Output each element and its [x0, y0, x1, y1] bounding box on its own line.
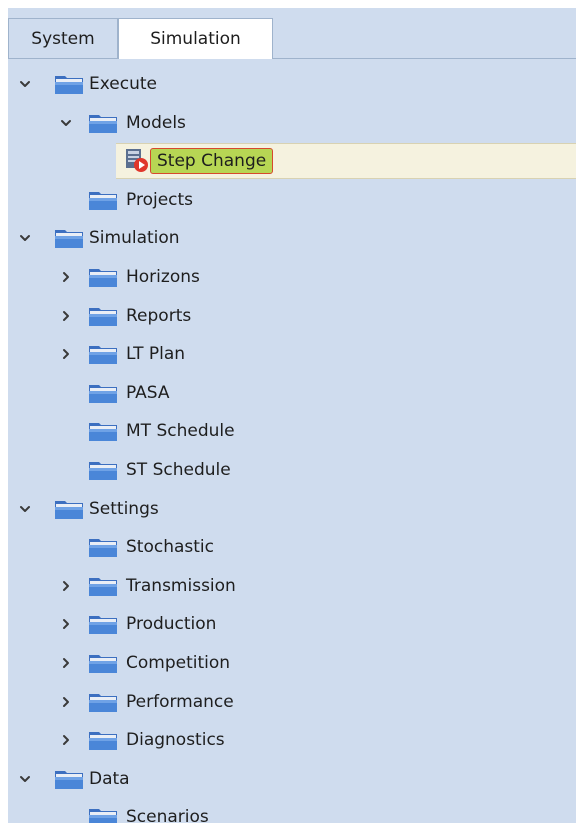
tree-item-label: Settings: [89, 498, 159, 519]
tab-bar: System Simulation: [8, 18, 576, 59]
chevron-down-icon[interactable]: [16, 760, 34, 798]
folder-icon: [88, 652, 118, 674]
folder-icon: [88, 343, 118, 365]
folder-icon: [88, 189, 118, 211]
chevron-right-icon[interactable]: [57, 605, 75, 643]
tree-item-label: Production: [126, 614, 217, 635]
chevron-right-icon[interactable]: [57, 721, 75, 759]
folder-icon: [88, 112, 118, 134]
chevron-right-icon[interactable]: [57, 683, 75, 721]
tree-item-projects[interactable]: Projects: [8, 181, 576, 219]
folder-icon: [54, 73, 84, 95]
chevron-down-icon[interactable]: [57, 104, 75, 142]
tree-item-label: Projects: [126, 189, 194, 210]
tree-item-scenarios[interactable]: Scenarios: [8, 798, 576, 823]
tree-item-transmission[interactable]: Transmission: [8, 567, 576, 605]
chevron-right-icon[interactable]: [57, 335, 75, 373]
tree-item-data[interactable]: Data: [8, 760, 576, 798]
folder-icon: [88, 382, 118, 404]
tree-item-mt-schedule[interactable]: MT Schedule: [8, 412, 576, 450]
tab-simulation[interactable]: Simulation: [118, 18, 273, 59]
tree-item-label: Reports: [126, 305, 192, 326]
tree-item-label: Simulation: [89, 228, 180, 249]
tree-item-label: Data: [89, 768, 130, 789]
folder-icon: [88, 536, 118, 558]
tree-item-label: Step Change: [150, 148, 274, 175]
folder-icon: [88, 691, 118, 713]
tree-item-label: Horizons: [126, 267, 200, 287]
tree-item-execute[interactable]: Execute: [8, 65, 576, 103]
tree-item-competition[interactable]: Competition: [8, 644, 576, 682]
tree-item-label: Competition: [126, 653, 231, 673]
tree-item-label: LT Plan: [126, 344, 186, 365]
folder-icon: [88, 729, 118, 751]
tree-item-pasa[interactable]: PASA: [8, 374, 576, 412]
tree-item-label: Scenarios: [126, 807, 209, 823]
chevron-right-icon[interactable]: [57, 644, 75, 682]
folder-icon: [54, 498, 84, 520]
folder-icon: [88, 459, 118, 481]
tree-item-diagnostics[interactable]: Diagnostics: [8, 721, 576, 759]
tree-item-label: Transmission: [126, 575, 236, 596]
folder-icon: [54, 227, 84, 249]
folder-icon: [88, 613, 118, 635]
explorer-panel: System Simulation Execute Models Step Chan…: [8, 8, 576, 823]
folder-icon: [88, 575, 118, 597]
chevron-down-icon[interactable]: [16, 219, 34, 257]
tree-item-label: Performance: [126, 691, 234, 712]
chevron-right-icon[interactable]: [57, 567, 75, 605]
tree-item-models[interactable]: Models: [8, 104, 576, 142]
folder-icon: [54, 768, 84, 790]
tree-item-label: ST Schedule: [126, 460, 231, 480]
tree-item-label: Diagnostics: [126, 730, 225, 751]
tree-item-simulation[interactable]: Simulation: [8, 219, 576, 257]
folder-icon: [88, 420, 118, 442]
tree-item-production[interactable]: Production: [8, 605, 576, 643]
tab-system[interactable]: System: [8, 18, 118, 58]
tree-item-reports[interactable]: Reports: [8, 297, 576, 335]
tree-item-settings[interactable]: Settings: [8, 490, 576, 528]
chevron-right-icon[interactable]: [57, 258, 75, 296]
tree-item-label: PASA: [126, 382, 170, 403]
folder-icon: [88, 266, 118, 288]
tree-item-label: Stochastic: [126, 537, 214, 558]
tree-item-step-change[interactable]: Step Change: [8, 142, 576, 180]
tree-item-label: MT Schedule: [126, 421, 235, 442]
tree-item-stochastic[interactable]: Stochastic: [8, 528, 576, 566]
tree-item-label: Models: [126, 112, 186, 133]
tree-item-performance[interactable]: Performance: [8, 683, 576, 721]
folder-icon: [88, 305, 118, 327]
folder-icon: [88, 806, 118, 823]
chevron-right-icon[interactable]: [57, 297, 75, 335]
tree-item-st-schedule[interactable]: ST Schedule: [8, 451, 576, 489]
tree-item-horizons[interactable]: Horizons: [8, 258, 576, 296]
chevron-down-icon[interactable]: [16, 65, 34, 103]
chevron-down-icon[interactable]: [16, 490, 34, 528]
tree-item-label: Execute: [89, 74, 157, 94]
model-run-icon: [124, 147, 150, 173]
tree-item-lt-plan[interactable]: LT Plan: [8, 335, 576, 373]
